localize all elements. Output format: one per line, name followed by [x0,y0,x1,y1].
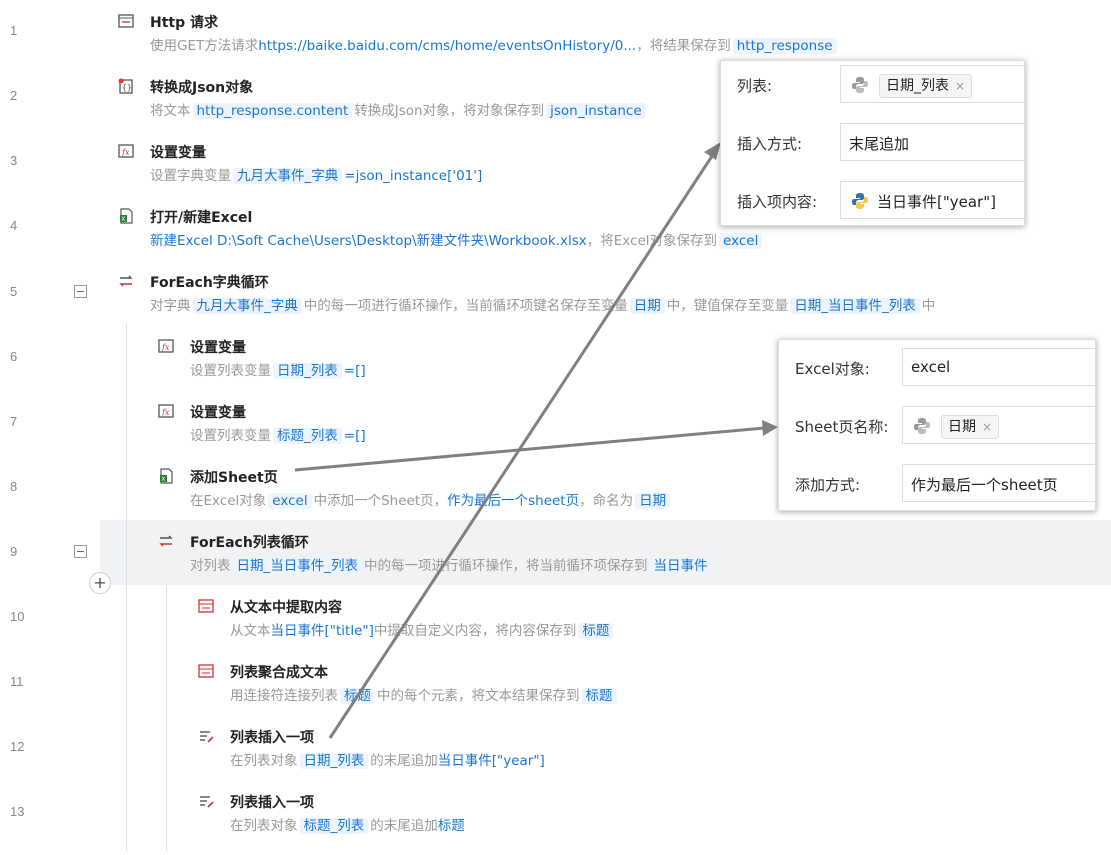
property-row: Excel对象: excel [779,348,1095,388]
property-label: 添加方式: [795,476,861,494]
property-label: 插入项内容: [737,193,818,211]
property-row: 插入方式: 末尾追加 [721,123,1024,163]
python-icon [914,418,930,434]
add-sheet-properties-panel: Excel对象: excel Sheet页名称: 日期 × 添加方式: 作为最后一… [778,339,1096,511]
property-row: Sheet页名称: 日期 × [779,406,1095,446]
arrowhead [762,420,778,436]
property-row: 添加方式: 作为最后一个sheet页 [779,464,1095,504]
property-label: Excel对象: [795,360,870,378]
arrowhead [704,142,721,160]
property-label: 插入方式: [737,135,803,153]
arrow-line [328,149,718,739]
python-icon [852,193,868,209]
list-field[interactable]: 日期_列表 × [840,65,1024,103]
excel-object-field[interactable]: excel [902,348,1095,386]
add-mode-select[interactable]: 作为最后一个sheet页 [902,464,1095,502]
sheet-name-field[interactable]: 日期 × [902,406,1095,444]
variable-chip[interactable]: 日期_列表 × [879,74,973,98]
list-insert-properties-panel: 列表: 日期_列表 × 插入方式: 末尾追加 插入项内容: 当日事件["year"… [720,60,1025,226]
python-icon [852,77,868,93]
insert-mode-select[interactable]: 末尾追加 [840,123,1024,161]
variable-chip[interactable]: 日期 × [941,415,1000,439]
property-label: Sheet页名称: [795,418,889,436]
property-row: 列表: 日期_列表 × [721,65,1024,105]
insert-item-field[interactable]: 当日事件["year"] [840,181,1024,219]
chip-close-icon[interactable]: × [982,420,992,434]
property-label: 列表: [737,77,773,95]
chip-close-icon[interactable]: × [955,79,965,93]
property-row: 插入项内容: 当日事件["year"] [721,181,1024,221]
